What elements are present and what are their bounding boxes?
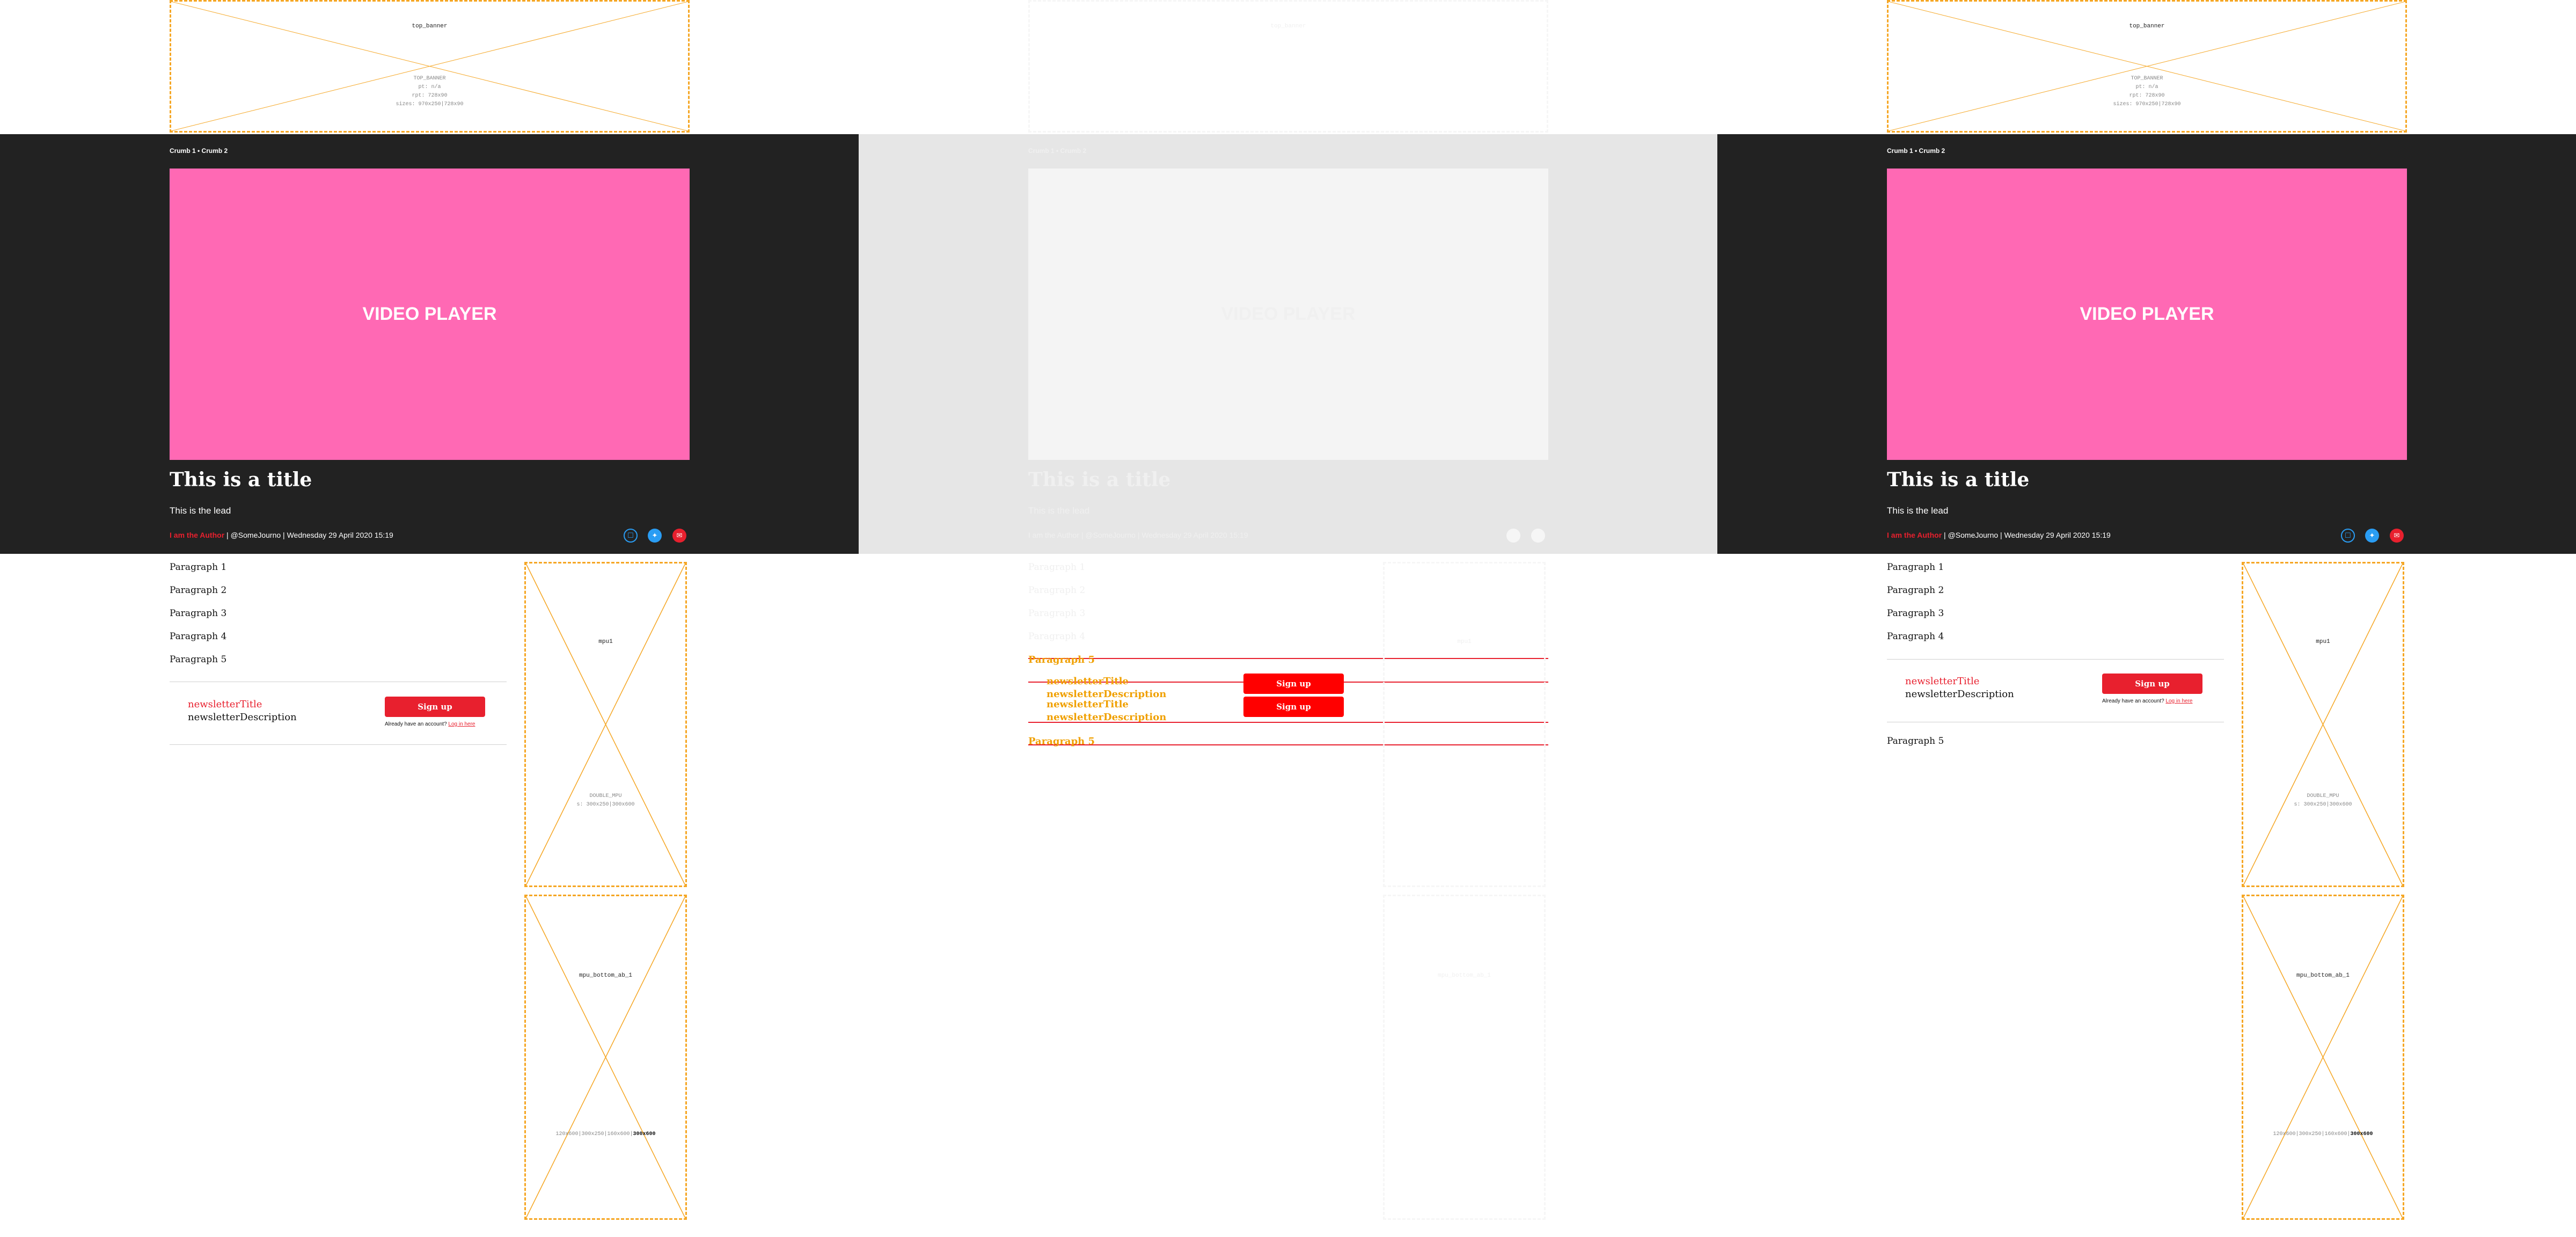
author-link: I am the Author: [1028, 531, 1079, 539]
diff-newsletter-title: newsletterTitle: [1046, 676, 1129, 687]
newsletter-description: newsletterDescription: [1905, 689, 2014, 700]
ad-slot-name: mpu_bottom_ab_1: [2296, 972, 2350, 979]
ad-slot-name: mpu1: [598, 639, 613, 645]
ad-slot-name: top_banner: [412, 23, 448, 30]
mpu-bottom-ad[interactable]: mpu_bottom_ab_1 120x600|300x250|160x600|…: [2242, 895, 2404, 1220]
breadcrumb[interactable]: Crumb 1 • Crumb 2: [170, 147, 228, 155]
paragraph: Paragraph 4: [170, 631, 227, 642]
twitter-icon: [1506, 529, 1520, 543]
author-link[interactable]: I am the Author: [170, 531, 224, 539]
newsletter-description: newsletterDescription: [188, 712, 297, 723]
diff-newsletter-description: newsletterDescription: [1046, 689, 1167, 700]
ad-slot-name: mpu_bottom_ab_1: [579, 972, 633, 979]
ad-slot-name: top_banner: [1270, 23, 1306, 30]
paragraph: Paragraph 3: [1028, 608, 1086, 619]
newsletter-login: Already have an account? Log in here: [385, 721, 475, 727]
mpu-bottom-ad[interactable]: mpu_bottom_ab_1 120x600|300x250|160x600|…: [524, 895, 687, 1220]
breadcrumb[interactable]: Crumb 1 • Crumb 2: [1887, 147, 1945, 155]
twitter-icon[interactable]: ✦: [2365, 529, 2379, 543]
login-text: Already have an account?: [385, 721, 449, 727]
ad-slot-meta: TOP_BANNER pt: n/a rpt: 728x90 sizes: 97…: [396, 76, 464, 107]
article-lead: This is the lead: [1028, 506, 1090, 516]
newsletter-title: newsletterTitle: [1905, 676, 1980, 687]
ad-slot-name: mpu1: [2316, 639, 2330, 645]
byline: I am the Author | @SomeJourno | Wednesda…: [1028, 531, 1248, 539]
newsletter-title: newsletterTitle: [188, 699, 262, 710]
panel-before: top_banner TOP_BANNER pt: n/a rpt: 728x9…: [0, 0, 859, 1237]
article-lead: This is the lead: [1887, 506, 1949, 516]
paragraph: Paragraph 2: [1028, 585, 1086, 596]
top-banner-ad[interactable]: top_banner TOP_BANNER pt: n/a rpt: 728x9…: [1887, 0, 2407, 133]
ad-slot-name: top_banner: [2129, 23, 2165, 30]
sign-up-button[interactable]: Sign up: [385, 697, 485, 717]
diff-sign-up-button: Sign up: [1243, 697, 1344, 717]
diff-newsletter-title: newsletterTitle: [1046, 699, 1129, 710]
video-player-label: VIDEO PLAYER: [1221, 304, 1356, 324]
paragraph: Paragraph 1: [1028, 562, 1086, 573]
ad-slot-name: mpu1: [1457, 639, 1472, 645]
paragraph: Paragraph 3: [1887, 608, 1944, 619]
byline: I am the Author | @SomeJourno | Wednesda…: [1887, 531, 2111, 539]
diff-sign-up-button: Sign up: [1243, 674, 1344, 694]
byline: I am the Author | @SomeJourno | Wednesda…: [170, 531, 393, 539]
video-player[interactable]: VIDEO PLAYER: [170, 169, 690, 460]
article-title: This is a title: [170, 469, 312, 491]
sign-up-button[interactable]: Sign up: [2102, 674, 2202, 694]
panel-after: top_banner TOP_BANNER pt: n/a rpt: 728x9…: [1717, 0, 2576, 1237]
login-link[interactable]: Log in here: [448, 721, 475, 727]
email-icon[interactable]: ✉: [2390, 529, 2404, 543]
author-link[interactable]: I am the Author: [1887, 531, 1942, 539]
ad-slot-meta: DOUBLE_MPU s: 300x250|300x600: [576, 793, 635, 808]
mpu1-ad[interactable]: mpu1 DOUBLE_MPU s: 300x250|300x600: [524, 562, 687, 887]
video-player[interactable]: VIDEO PLAYER: [1887, 169, 2407, 460]
paragraph: Paragraph 3: [170, 608, 227, 619]
mpu1-ad: mpu1: [1383, 562, 1546, 887]
divider: [170, 744, 507, 745]
email-icon: [1531, 529, 1545, 543]
paragraph: Paragraph 4: [1887, 631, 1944, 642]
twitter-icon[interactable]: ✦: [648, 529, 662, 543]
diff-newsletter-description: newsletterDescription: [1046, 712, 1167, 723]
video-player: VIDEO PLAYER: [1028, 169, 1548, 460]
byline-details: | @SomeJourno | Wednesday 29 April 2020 …: [224, 531, 393, 539]
login-text: Already have an account?: [2102, 698, 2166, 704]
top-banner-ad[interactable]: top_banner TOP_BANNER pt: n/a rpt: 728x9…: [170, 0, 690, 133]
email-icon[interactable]: ✉: [672, 529, 686, 543]
top-banner-ad: top_banner: [1028, 0, 1548, 133]
paragraph: Paragraph 2: [1887, 585, 1944, 596]
panel-diff: top_banner Crumb 1 • Crumb 2 VIDEO PLAYE…: [859, 0, 1717, 1237]
bookmark-icon[interactable]: ☐: [2341, 529, 2355, 543]
mpu-bottom-ad: mpu_bottom_ab_1: [1383, 895, 1546, 1220]
ad-slot-name: mpu_bottom_ab_1: [1437, 972, 1491, 979]
video-player-label: VIDEO PLAYER: [2080, 304, 2214, 324]
bookmark-icon[interactable]: ☐: [624, 529, 638, 543]
paragraph: Paragraph 5: [1887, 736, 1944, 746]
breadcrumb: Crumb 1 • Crumb 2: [1028, 147, 1087, 155]
login-link[interactable]: Log in here: [2165, 698, 2192, 704]
byline-details: | @SomeJourno | Wednesday 29 April 2020 …: [1942, 531, 2111, 539]
ad-slot-meta: 120x600|300x250|160x600|300x600: [555, 1131, 656, 1137]
divider: [1887, 659, 2224, 660]
ad-slot-meta: TOP_BANNER pt: n/a rpt: 728x90 sizes: 97…: [2113, 76, 2181, 107]
paragraph: Paragraph 2: [170, 585, 227, 596]
byline-details: | @SomeJourno | Wednesday 29 April 2020 …: [1079, 531, 1248, 539]
article-title: This is a title: [1887, 469, 2030, 491]
paragraph: Paragraph 1: [1887, 562, 1944, 573]
paragraph: Paragraph 1: [170, 562, 227, 573]
mpu1-ad[interactable]: mpu1 DOUBLE_MPU s: 300x250|300x600: [2242, 562, 2404, 887]
video-player-label: VIDEO PLAYER: [362, 304, 497, 324]
article-lead: This is the lead: [170, 506, 231, 516]
ad-slot-meta: DOUBLE_MPU s: 300x250|300x600: [2294, 793, 2352, 808]
newsletter-login: Already have an account? Log in here: [2102, 698, 2192, 704]
diff-paragraph: Paragraph 5: [1028, 654, 1095, 665]
ad-slot-meta: 120x600|300x250|160x600|300x600: [2273, 1131, 2373, 1137]
paragraph: Paragraph 4: [1028, 631, 1086, 642]
paragraph: Paragraph 5: [170, 654, 227, 665]
diff-paragraph: Paragraph 5: [1028, 736, 1095, 747]
article-title: This is a title: [1028, 469, 1171, 491]
